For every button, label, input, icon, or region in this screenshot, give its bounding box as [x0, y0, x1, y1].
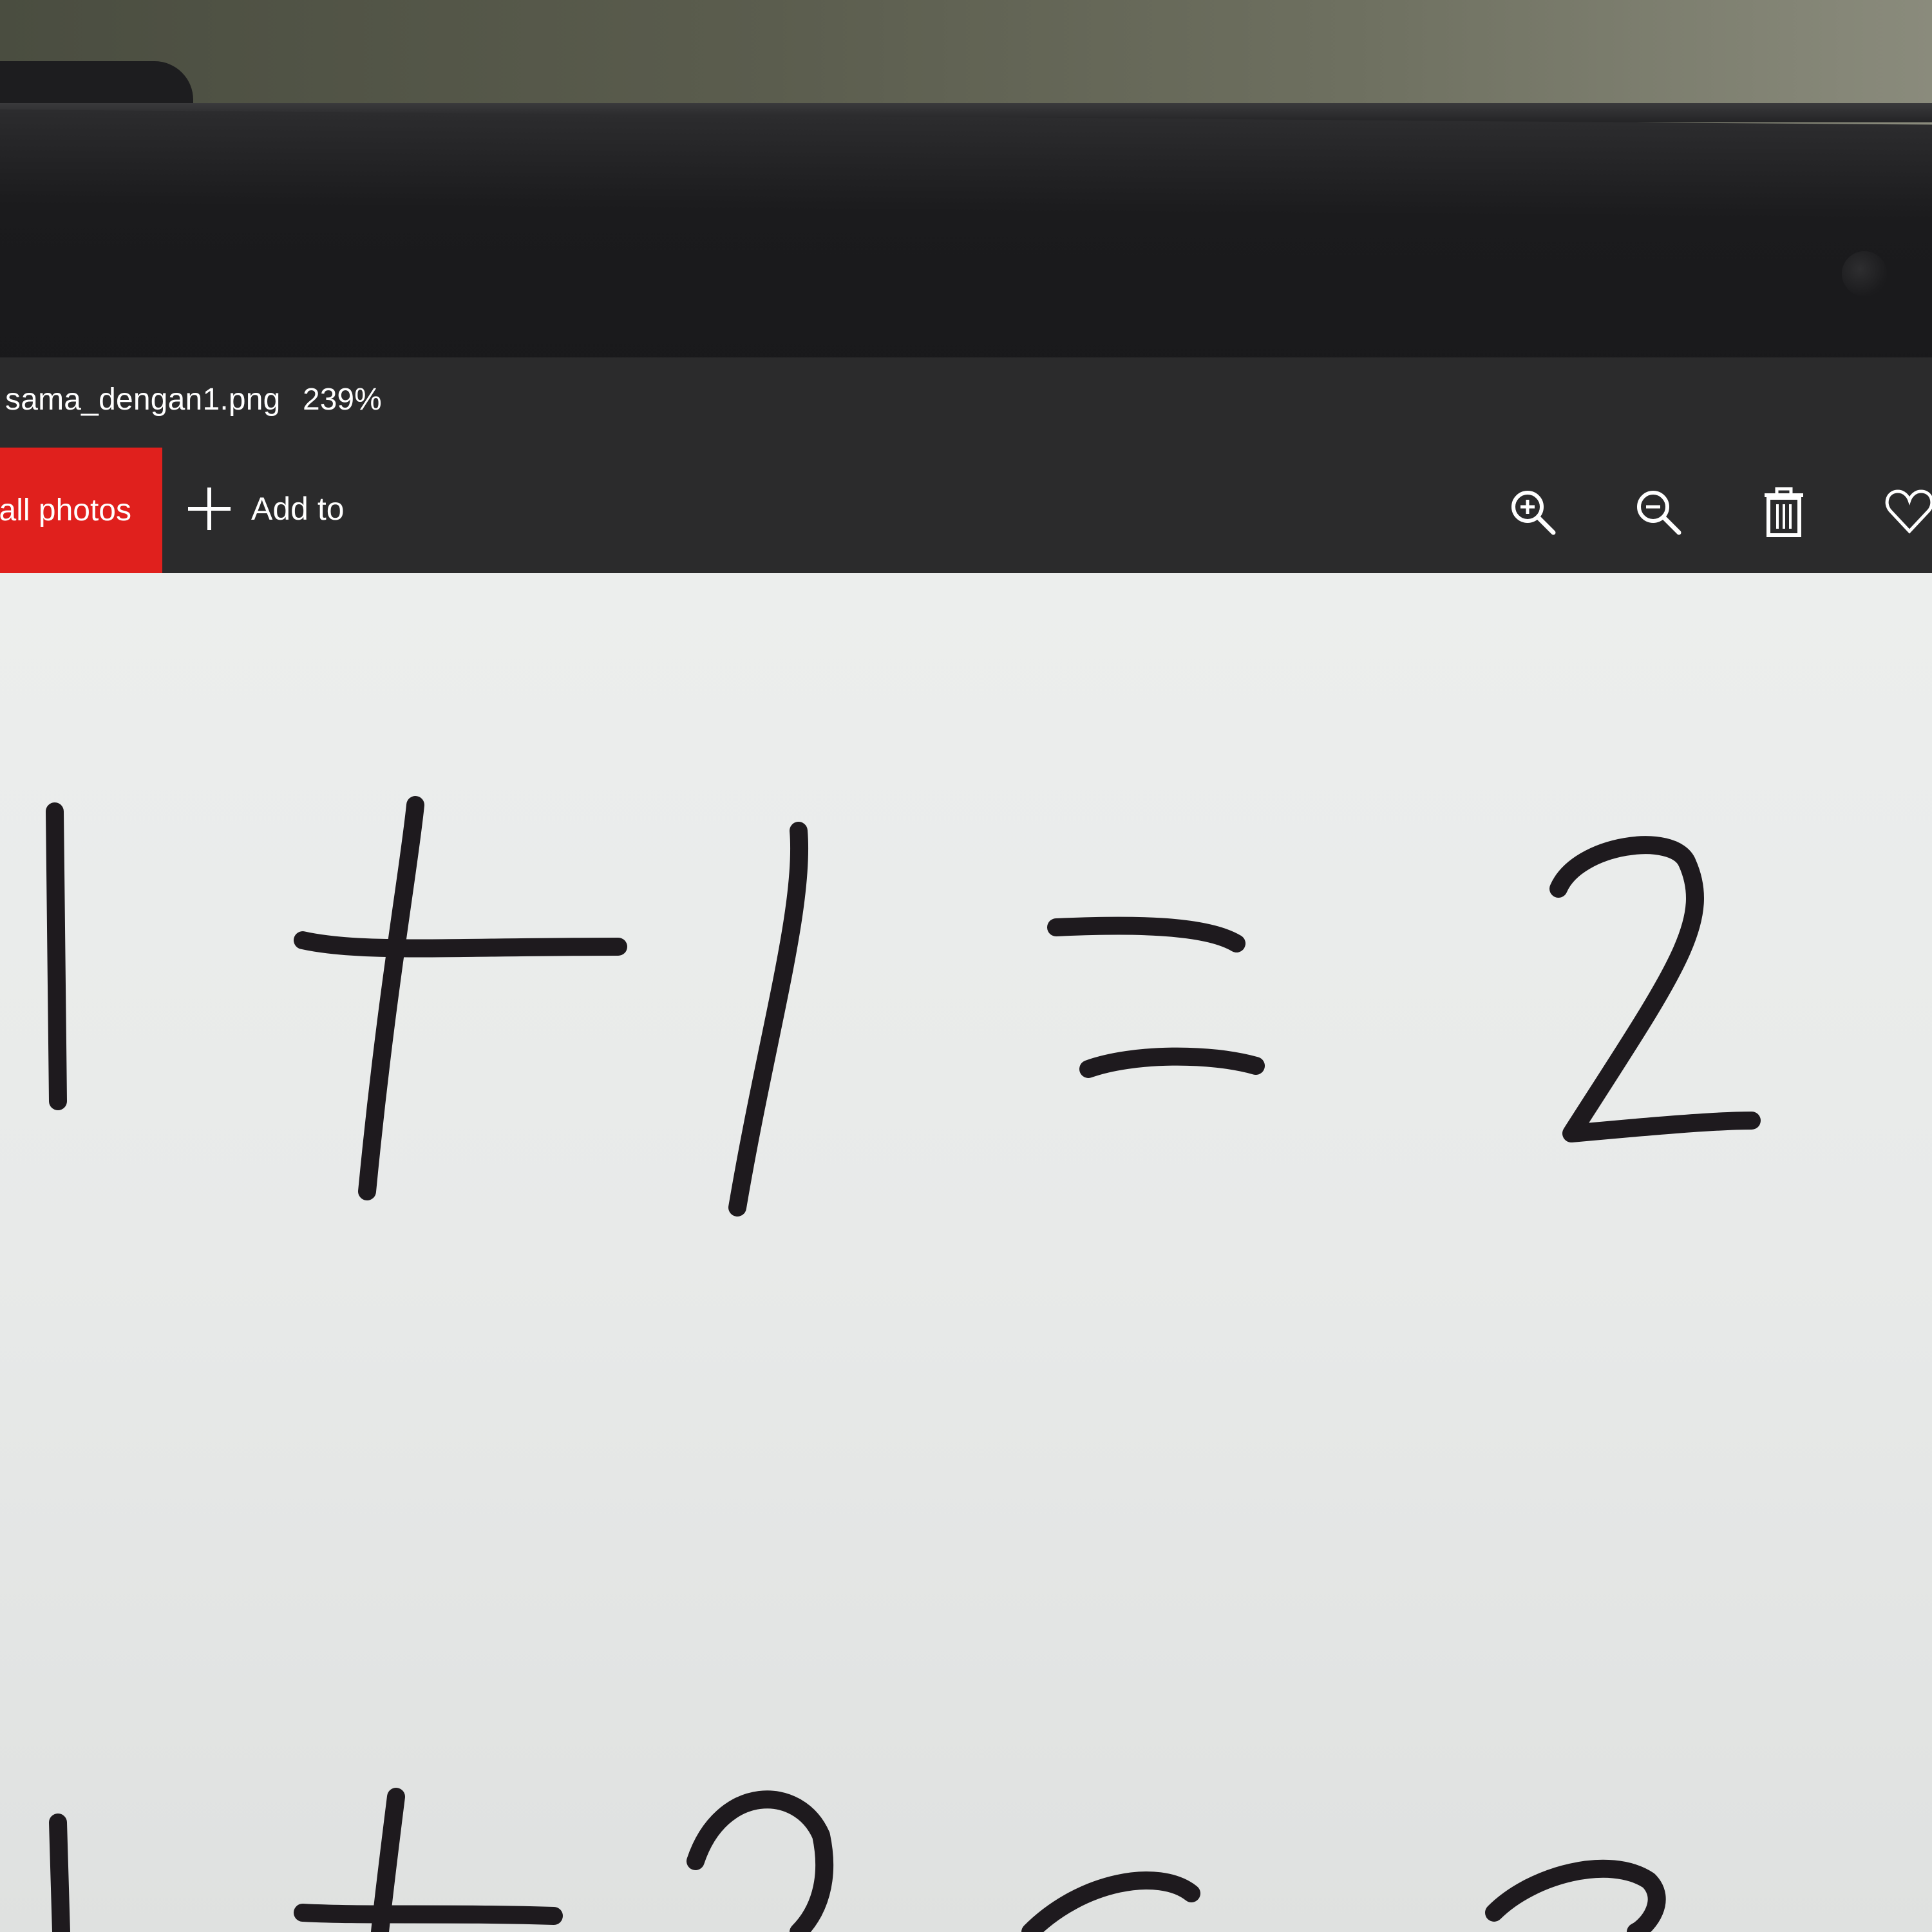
image-canvas [0, 573, 1932, 1932]
equals-bottom [1079, 1047, 1265, 1078]
delete-icon [1765, 487, 1803, 537]
plus-sign-b-horizontal [294, 1904, 563, 1925]
photos-app-window: sama_dengan1.png 239% all photos Add to [0, 357, 1932, 1932]
handwritten-equations [46, 796, 1761, 1932]
digit-two [1549, 836, 1761, 1142]
plus-sign-a-vertical [358, 796, 424, 1200]
zoom-in-button[interactable] [1504, 483, 1562, 541]
zoom-out-button[interactable] [1629, 483, 1687, 541]
digit-one-a [46, 802, 67, 1110]
plus-icon [188, 488, 231, 530]
delete-button[interactable] [1755, 483, 1813, 541]
digit-two-b [687, 1790, 834, 1932]
photo-scene: sama_dengan1.png 239% all photos Add to [0, 0, 1932, 1932]
equals-b [1021, 1871, 1200, 1932]
equals-top [1047, 916, 1245, 952]
favorite-button[interactable] [1880, 483, 1932, 541]
digit-one-c [49, 1814, 70, 1932]
add-to-label: Add to [251, 491, 345, 527]
title-bar: sama_dengan1.png 239% [0, 357, 1932, 448]
all-photos-button[interactable]: all photos [0, 448, 162, 573]
digit-three [1485, 1859, 1666, 1932]
zoom-out-icon [1637, 491, 1681, 535]
zoom-level: 239% [303, 383, 382, 417]
all-photos-label: all photos [0, 493, 131, 527]
digit-one-b [728, 822, 809, 1217]
zoom-in-icon [1511, 491, 1556, 535]
heart-icon [1885, 489, 1932, 534]
plus-sign-a-horizontal [294, 931, 627, 958]
laptop-bezel [0, 109, 1932, 395]
add-to-button[interactable]: Add to [187, 477, 345, 541]
toolbar: all photos Add to [0, 438, 1932, 573]
webcam [1842, 251, 1887, 296]
file-name: sama_dengan1.png [5, 383, 281, 417]
